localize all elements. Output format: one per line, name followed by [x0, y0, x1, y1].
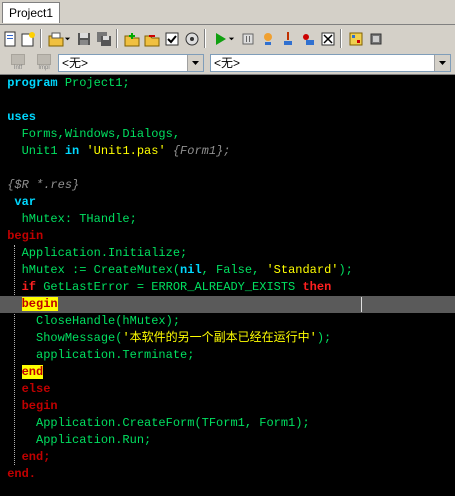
back-arrow-icon: [11, 54, 25, 65]
chevron-down-icon[interactable]: [187, 55, 203, 71]
trace-into-icon[interactable]: [278, 29, 298, 48]
code-line: {$R *.res}: [7, 178, 80, 192]
toggle-breakpoint-icon[interactable]: [346, 29, 366, 48]
pause-icon[interactable]: [238, 29, 258, 48]
tab-project1[interactable]: Project1: [2, 2, 61, 23]
new-unit-icon[interactable]: [18, 29, 38, 48]
save-all-icon[interactable]: [94, 29, 114, 48]
step-over-icon[interactable]: [258, 29, 278, 48]
cpu-view-icon[interactable]: [366, 29, 386, 48]
code-line: program Project1;: [7, 76, 130, 90]
code-line: begin: [21, 399, 58, 413]
evaluate-icon[interactable]: [318, 29, 338, 48]
code-line: end: [21, 365, 44, 379]
view-unit-icon[interactable]: [182, 29, 202, 48]
code-line: uses: [7, 110, 37, 124]
code-line: end;: [21, 450, 51, 464]
code-line: Application.Initialize;: [21, 246, 188, 260]
dropdown-arrow-icon[interactable]: [62, 29, 72, 48]
code-line: var: [14, 195, 37, 209]
code-line: Application.CreateForm(TForm1, Form1);: [36, 416, 310, 430]
tab-bar: Project1: [0, 0, 455, 25]
code-line: ShowMessage('本软件的另一个副本已经在运行中');: [36, 331, 332, 345]
run-dropdown-icon[interactable]: [226, 29, 236, 48]
trace-to-line-icon[interactable]: [298, 29, 318, 48]
code-line: Unit1 in 'Unit1.pas' {Form1};: [21, 144, 231, 158]
unit-nav-bar: Intf Impl <无> <无>: [0, 52, 455, 75]
toolbar: [0, 25, 455, 53]
code-line: hMutex := CreateMutex(nil, False, 'Stand…: [21, 263, 353, 277]
nav-forward-button[interactable]: Impl: [36, 54, 52, 72]
save-file-icon[interactable]: [74, 29, 94, 48]
code-line: CloseHandle(hMutex);: [36, 314, 181, 328]
method-combo[interactable]: <无>: [210, 54, 451, 72]
code-line: else: [21, 382, 51, 396]
code-line: Application.Run;: [36, 433, 152, 447]
code-line: end.: [7, 467, 37, 481]
code-line: hMutex: THandle;: [21, 212, 137, 226]
new-file-icon[interactable]: [0, 29, 20, 48]
nav-back-button[interactable]: Intf: [10, 54, 26, 72]
forward-arrow-icon: [37, 54, 51, 65]
code-line: begin: [7, 229, 44, 243]
remove-from-project-icon[interactable]: [142, 29, 162, 48]
toggle-form-unit-icon[interactable]: [162, 29, 182, 48]
code-line: Forms,Windows,Dialogs,: [21, 127, 181, 141]
text-caret: [361, 297, 362, 312]
code-editor[interactable]: program Project1; uses Forms,Windows,Dia…: [0, 75, 455, 496]
chevron-down-icon[interactable]: [434, 55, 450, 71]
code-line-current: begin: [0, 296, 455, 313]
code-line: application.Terminate;: [36, 348, 195, 362]
class-combo[interactable]: <无>: [58, 54, 204, 72]
add-to-project-icon[interactable]: [122, 29, 142, 48]
code-line: if GetLastError = ERROR_ALREADY_EXISTS t…: [21, 280, 332, 294]
